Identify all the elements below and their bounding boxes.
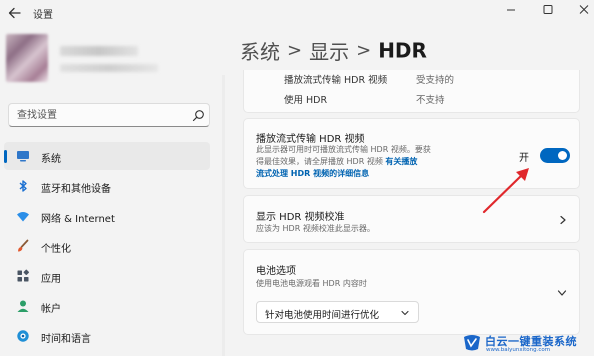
wifi-icon bbox=[17, 212, 29, 222]
sidebar-item-label: 网络 & Internet bbox=[41, 214, 115, 225]
search-icon[interactable] bbox=[192, 109, 205, 122]
sidebar-item-label: 系统 bbox=[41, 154, 61, 165]
account-icon bbox=[17, 300, 29, 312]
streaming-hdr-title: 播放流式传输 HDR 视频 bbox=[256, 134, 365, 145]
close-icon[interactable] bbox=[573, 1, 594, 19]
streaming-info-link-cont[interactable]: 流式处理 HDR 视频的详细信息 bbox=[256, 169, 369, 178]
description-line: 得最佳效果，请全屏播放 HDR 视频 bbox=[256, 157, 383, 166]
chevron-right-icon bbox=[560, 215, 566, 225]
brush-icon bbox=[18, 239, 29, 252]
watermark-url: www.baiyunxitong.com bbox=[486, 347, 551, 353]
maximize-icon[interactable] bbox=[537, 1, 559, 19]
sidebar-item-label: 时间和语言 bbox=[41, 334, 91, 345]
toggle-knob bbox=[558, 151, 567, 160]
annotation-arrow bbox=[482, 168, 529, 214]
sidebar-item-system[interactable]: 系统 bbox=[4, 142, 210, 170]
sidebar-item-bluetooth[interactable]: 蓝牙和其他设备 bbox=[4, 172, 210, 200]
search-input[interactable] bbox=[17, 108, 187, 123]
breadcrumb-display[interactable]: 显示 bbox=[309, 40, 349, 64]
system-icon bbox=[17, 151, 29, 162]
watermark: 白云一键重装系统 www.baiyunxitong.com bbox=[462, 332, 594, 356]
active-indicator bbox=[4, 150, 7, 163]
calibration-title: 显示 HDR 视频校准 bbox=[256, 212, 345, 223]
search-box[interactable] bbox=[8, 103, 210, 127]
breadcrumb-separator: > bbox=[287, 40, 303, 61]
avatar[interactable] bbox=[6, 34, 48, 82]
streaming-hdr-description: 此显示器可用时可播放流式传输 HDR 视频。要获 得最佳效果，请全屏播放 HDR… bbox=[256, 144, 496, 180]
sidebar-divider bbox=[222, 75, 225, 356]
hdr-capabilities-card: 播放流式传输 HDR 视频 受支持的 使用 HDR 不支持 bbox=[243, 70, 580, 113]
sidebar-item-label: 蓝牙和其他设备 bbox=[41, 184, 111, 195]
battery-options-description: 使用电池电源观看 HDR 内容时 bbox=[256, 279, 367, 288]
page-title: HDR bbox=[378, 38, 427, 63]
dropdown-selected-value: 针对电池使用时间进行优化 bbox=[265, 310, 380, 321]
description-line: 此显示器可用时可播放流式传输 HDR 视频。要获 bbox=[256, 145, 431, 154]
back-arrow-icon[interactable] bbox=[6, 4, 24, 22]
capability-value: 受支持的 bbox=[416, 75, 455, 86]
battery-options-title: 电池选项 bbox=[256, 266, 296, 277]
calibration-description: 应该为 HDR 视频校准此显示器。 bbox=[256, 224, 375, 233]
app-title: 设置 bbox=[33, 10, 53, 21]
chevron-down-icon bbox=[401, 310, 409, 316]
capability-label: 播放流式传输 HDR 视频 bbox=[284, 75, 388, 86]
sidebar-item-accounts[interactable]: 帐户 bbox=[4, 292, 210, 320]
sidebar-item-time-language[interactable]: 时间和语言 bbox=[4, 322, 210, 350]
bluetooth-icon bbox=[19, 180, 27, 192]
streaming-info-link[interactable]: 有关播放 bbox=[385, 157, 417, 166]
watermark-logo-icon bbox=[464, 335, 480, 351]
minimize-icon[interactable] bbox=[500, 1, 522, 19]
breadcrumb-separator: > bbox=[356, 40, 372, 61]
globe-icon bbox=[17, 330, 29, 342]
profile-name-blurred bbox=[60, 46, 138, 56]
battery-option-dropdown[interactable]: 针对电池使用时间进行优化 bbox=[256, 301, 419, 323]
breadcrumb-system[interactable]: 系统 bbox=[240, 40, 280, 64]
apps-icon bbox=[17, 269, 30, 282]
capability-value: 不支持 bbox=[416, 95, 445, 106]
profile-email-blurred bbox=[60, 64, 158, 72]
title-bar: 设置 bbox=[0, 0, 594, 26]
sidebar-item-personalization[interactable]: 个性化 bbox=[4, 232, 210, 260]
battery-options-card: 电池选项 使用电池电源观看 HDR 内容时 针对电池使用时间进行优化 bbox=[243, 249, 580, 335]
sidebar-item-apps[interactable]: 应用 bbox=[4, 262, 210, 290]
streaming-hdr-toggle[interactable] bbox=[540, 148, 570, 163]
breadcrumb: 系统 > 显示 > HDR bbox=[240, 36, 427, 66]
sidebar-item-network[interactable]: 网络 & Internet bbox=[4, 202, 210, 230]
capability-label: 使用 HDR bbox=[284, 95, 328, 106]
sidebar-item-label: 个性化 bbox=[41, 244, 71, 255]
chevron-down-icon[interactable] bbox=[557, 288, 567, 298]
sidebar-item-label: 帐户 bbox=[41, 304, 61, 315]
sidebar-item-label: 应用 bbox=[41, 274, 61, 285]
